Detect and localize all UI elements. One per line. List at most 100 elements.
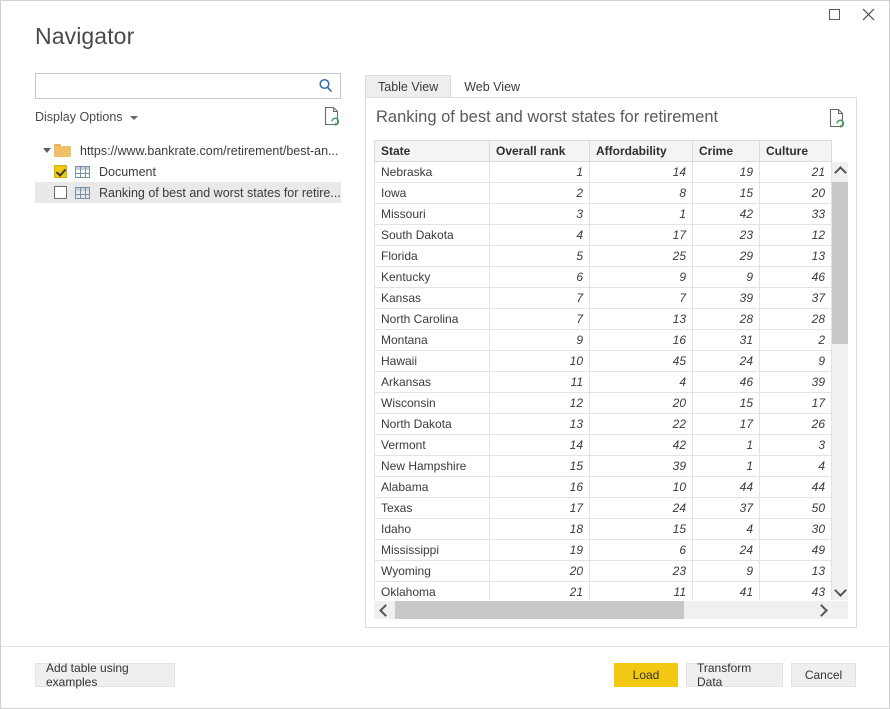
cell-value: 12 — [760, 225, 832, 246]
cell-value: 20 — [760, 183, 832, 204]
cell-value: 17 — [693, 414, 760, 435]
table-row[interactable]: North Carolina7132828 — [375, 309, 833, 330]
scroll-left-button[interactable] — [374, 601, 393, 619]
page-refresh-icon[interactable] — [828, 108, 846, 128]
preview-title: Ranking of best and worst states for ret… — [376, 108, 718, 127]
cell-value: 28 — [760, 309, 832, 330]
tree-item-document[interactable]: Document — [35, 161, 341, 182]
cell-state: Hawaii — [375, 351, 490, 372]
checkbox-ranking-table[interactable] — [54, 186, 67, 199]
cell-value: 1 — [590, 204, 693, 225]
cell-value: 31 — [693, 330, 760, 351]
table-row[interactable]: Idaho1815430 — [375, 519, 833, 540]
table-row[interactable]: Oklahoma21114143 — [375, 582, 833, 601]
cell-state: Florida — [375, 246, 490, 267]
checkbox-document[interactable] — [54, 165, 67, 178]
page-refresh-icon[interactable] — [323, 106, 341, 126]
search-input[interactable] — [36, 74, 314, 98]
close-button[interactable] — [851, 1, 885, 27]
cell-value: 4 — [693, 519, 760, 540]
cell-value: 3 — [490, 204, 590, 225]
display-options-row: Display Options — [35, 110, 341, 130]
vertical-scroll-thumb[interactable] — [832, 182, 848, 344]
expand-arrow-icon[interactable] — [39, 148, 54, 153]
table-row[interactable]: Wyoming2023913 — [375, 561, 833, 582]
scroll-down-button[interactable] — [832, 583, 848, 600]
close-icon — [862, 8, 875, 21]
preview-tabs: Table View Web View — [365, 75, 857, 98]
horizontal-scroll-thumb[interactable] — [395, 601, 684, 619]
cell-state: Wisconsin — [375, 393, 490, 414]
column-header-culture[interactable]: Culture — [760, 141, 832, 162]
cell-value: 15 — [490, 456, 590, 477]
cell-value: 20 — [590, 393, 693, 414]
cell-state: Oklahoma — [375, 582, 490, 601]
vertical-scrollbar[interactable] — [832, 162, 848, 600]
scroll-right-button[interactable] — [813, 601, 832, 619]
table-row[interactable]: New Hampshire153914 — [375, 456, 833, 477]
cell-value: 1 — [693, 456, 760, 477]
table-row[interactable]: Wisconsin12201517 — [375, 393, 833, 414]
cell-value: 8 — [590, 183, 693, 204]
column-header-overall-rank[interactable]: Overall rank — [490, 141, 590, 162]
table-row[interactable]: Kansas773937 — [375, 288, 833, 309]
cell-state: Mississippi — [375, 540, 490, 561]
table-row[interactable]: North Dakota13221726 — [375, 414, 833, 435]
cell-state: Wyoming — [375, 561, 490, 582]
footer-divider — [1, 646, 889, 647]
cell-value: 39 — [590, 456, 693, 477]
cell-state: Idaho — [375, 519, 490, 540]
search-icon[interactable] — [317, 77, 335, 95]
load-button[interactable]: Load — [614, 663, 678, 687]
tab-table-view[interactable]: Table View — [365, 75, 451, 98]
cell-state: North Carolina — [375, 309, 490, 330]
cell-value: 42 — [693, 204, 760, 225]
table-row[interactable]: Kentucky69946 — [375, 267, 833, 288]
tree-item-source[interactable]: https://www.bankrate.com/retirement/best… — [35, 140, 341, 161]
cell-value: 19 — [490, 540, 590, 561]
cell-value: 39 — [693, 288, 760, 309]
table-header-row: State Overall rank Affordability Crime C… — [375, 141, 833, 162]
column-header-affordability[interactable]: Affordability — [590, 141, 693, 162]
table-row[interactable]: Vermont144213 — [375, 435, 833, 456]
cell-value: 11 — [490, 372, 590, 393]
add-table-using-examples-button[interactable]: Add table using examples — [35, 663, 175, 687]
cell-value: 20 — [490, 561, 590, 582]
cell-value: 29 — [693, 246, 760, 267]
table-row[interactable]: Texas17243750 — [375, 498, 833, 519]
maximize-button[interactable] — [817, 1, 851, 27]
search-box[interactable] — [35, 73, 341, 99]
tab-web-view[interactable]: Web View — [451, 75, 533, 98]
table-row[interactable]: South Dakota4172312 — [375, 225, 833, 246]
column-header-state[interactable]: State — [375, 141, 490, 162]
table-row[interactable]: Nebraska1141921 — [375, 162, 833, 183]
horizontal-scrollbar[interactable] — [374, 601, 832, 619]
table-row[interactable]: Mississippi1962449 — [375, 540, 833, 561]
cell-value: 4 — [590, 372, 693, 393]
cell-value: 30 — [760, 519, 832, 540]
table-row[interactable]: Missouri314233 — [375, 204, 833, 225]
chevron-up-icon — [834, 166, 847, 179]
table-row[interactable]: Iowa281520 — [375, 183, 833, 204]
table-row[interactable]: Arkansas1144639 — [375, 372, 833, 393]
transform-data-button[interactable]: Transform Data — [686, 663, 783, 687]
scroll-up-button[interactable] — [832, 162, 848, 179]
table-row[interactable]: Florida5252913 — [375, 246, 833, 267]
column-header-weather[interactable]: We — [832, 141, 833, 162]
cell-value: 7 — [490, 309, 590, 330]
table-row[interactable]: Hawaii1045249 — [375, 351, 833, 372]
source-tree: https://www.bankrate.com/retirement/best… — [35, 140, 341, 203]
display-options-label: Display Options — [35, 110, 123, 124]
cell-value: 9 — [490, 330, 590, 351]
cell-state: Missouri — [375, 204, 490, 225]
table-row[interactable]: Alabama16104444 — [375, 477, 833, 498]
preview-container: Ranking of best and worst states for ret… — [365, 97, 857, 628]
preview-table: State Overall rank Affordability Crime C… — [374, 140, 832, 600]
display-options-dropdown[interactable]: Display Options — [35, 110, 138, 124]
cancel-button[interactable]: Cancel — [791, 663, 856, 687]
tree-item-ranking-table[interactable]: Ranking of best and worst states for ret… — [35, 182, 341, 203]
page-title: Navigator — [35, 23, 134, 50]
column-header-crime[interactable]: Crime — [693, 141, 760, 162]
cell-value: 14 — [490, 435, 590, 456]
table-row[interactable]: Montana916312 — [375, 330, 833, 351]
